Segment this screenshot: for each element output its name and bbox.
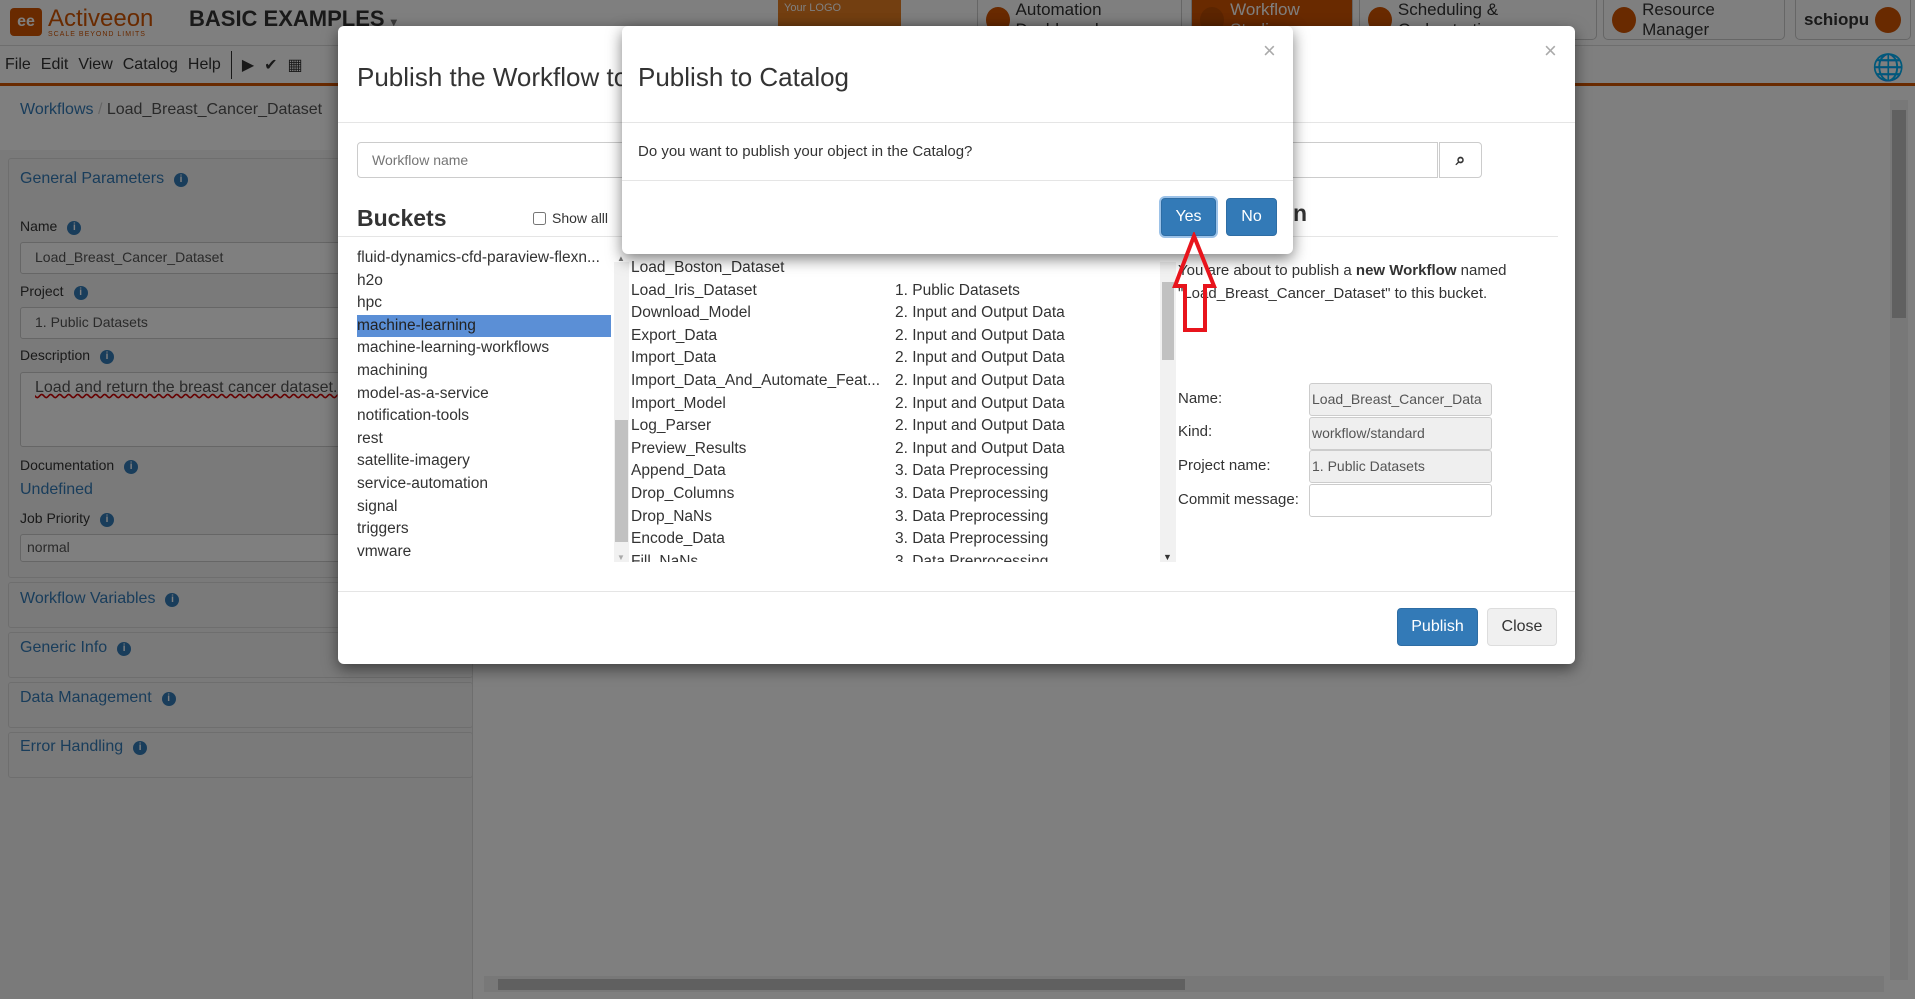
workflow-name: Load_Iris_Dataset [631, 281, 757, 299]
workflow-item[interactable]: Load_Iris_Dataset 1. Public Datasets [631, 280, 1161, 303]
confirm-message: Do you want to publish your object in th… [638, 143, 973, 160]
workflow-name: Load_Boston_Dataset [631, 259, 785, 276]
workflow-list-scrollbar[interactable]: ▲ ▼ [614, 254, 629, 562]
workflow-item[interactable]: Import_Model 2. Input and Output Data [631, 393, 1161, 416]
publish-button[interactable]: Publish [1397, 608, 1478, 646]
workflow-name: Import_Data_And_Automate_Feat... [631, 371, 881, 389]
workflow-name: Fill_NaNs [631, 552, 699, 562]
workflow-project: 2. Input and Output Data [895, 304, 1065, 322]
show-all-checkbox-input[interactable] [533, 211, 546, 225]
bucket-item[interactable]: hpc [357, 292, 611, 315]
commit-message-input[interactable] [1309, 484, 1492, 517]
bucket-item[interactable]: machine-learning-workflows [357, 337, 611, 360]
workflow-project: 2. Input and Output Data [895, 326, 1065, 344]
workflow-item[interactable]: Import_Data 2. Input and Output Data [631, 347, 1161, 370]
workflow-item[interactable]: Download_Model 2. Input and Output Data [631, 302, 1161, 325]
bucket-item[interactable]: signal [357, 496, 611, 519]
workflow-name: Drop_Columns [631, 484, 735, 502]
bucket-item[interactable]: machining [357, 360, 611, 383]
bucket-item[interactable]: fluid-dynamics-cfd-paraview-flexn... [357, 247, 611, 270]
workflow-item[interactable]: Drop_Columns 3. Data Preprocessing [631, 483, 1161, 506]
buckets-heading: Buckets [357, 205, 447, 231]
workflow-project: 2. Input and Output Data [895, 394, 1065, 412]
project-name-field: 1. Public Datasets [1309, 450, 1492, 483]
workflow-item[interactable]: Append_Data 3. Data Preprocessing [631, 460, 1161, 483]
workflow-item[interactable]: Drop_NaNs 3. Data Preprocessing [631, 506, 1161, 529]
workflow-project: 2. Input and Output Data [895, 349, 1065, 367]
workflow-project: 1. Public Datasets [895, 281, 1020, 299]
search-icon: ⌕ [1455, 150, 1466, 169]
confirm-modal-close-icon[interactable]: × [1263, 38, 1276, 64]
no-button[interactable]: No [1226, 198, 1277, 236]
bucket-item[interactable]: vmware [357, 541, 611, 562]
confirm-modal-title: Publish to Catalog [638, 62, 850, 92]
workflow-name: Preview_Results [631, 439, 747, 457]
kind-label: Kind: [1178, 423, 1213, 440]
bucket-item[interactable]: rest [357, 428, 611, 451]
divider [338, 591, 1575, 592]
bucket-item[interactable]: satellite-imagery [357, 450, 611, 473]
project-name-label: Project name: [1178, 457, 1271, 474]
bucket-item[interactable]: h2o [357, 270, 611, 293]
workflow-project: 3. Data Preprocessing [895, 507, 1049, 525]
workflow-item[interactable]: Fill_NaNs 3. Data Preprocessing [631, 551, 1161, 562]
workflow-project: 3. Data Preprocessing [895, 462, 1049, 480]
publish-modal-close-icon[interactable]: × [1544, 38, 1557, 64]
workflow-item[interactable]: Encode_Data 3. Data Preprocessing [631, 528, 1161, 551]
bucket-item[interactable]: service-automation [357, 473, 611, 496]
workflow-name: Drop_NaNs [631, 507, 712, 525]
workflow-name: Import_Model [631, 394, 726, 412]
bucket-list: fluid-dynamics-cfd-paraview-flexn... h2o h… [357, 247, 611, 562]
bucket-item[interactable]: machine-learning [357, 314, 611, 338]
bucket-item[interactable]: model-as-a-service [357, 383, 611, 406]
workflow-project: 3. Data Preprocessing [895, 552, 1049, 562]
workflow-project: 3. Data Preprocessing [895, 484, 1049, 502]
workflow-project: 2. Input and Output Data [895, 371, 1065, 389]
workflow-project: 3. Data Preprocessing [895, 530, 1049, 548]
bucket-item[interactable]: triggers [357, 518, 611, 541]
workflow-name: Download_Model [631, 304, 751, 322]
workflow-name: Append_Data [631, 462, 726, 480]
workflow-item[interactable]: Import_Data_And_Automate_Feat... 2. Input… [631, 370, 1161, 393]
close-button[interactable]: Close [1487, 608, 1557, 646]
workflow-item[interactable]: Export_Data 2. Input and Output Data [631, 325, 1161, 348]
yes-button[interactable]: Yes [1161, 198, 1216, 236]
bucket-item[interactable]: notification-tools [357, 405, 611, 428]
workflow-project: 2. Input and Output Data [895, 439, 1065, 457]
search-button[interactable]: ⌕ [1439, 142, 1482, 178]
name-label: Name: [1178, 390, 1223, 407]
workflow-list: Load_Boston_Dataset Load_Iris_Dataset 1. P… [631, 257, 1161, 562]
workflow-name: Export_Data [631, 326, 718, 344]
name-field: Load_Breast_Cancer_Data [1309, 383, 1492, 416]
workflow-item[interactable]: Preview_Results 2. Input and Output Data [631, 438, 1161, 461]
publish-message: You are about to publish a new Workflow … [1178, 262, 1507, 302]
kind-field: workflow/standard [1309, 417, 1492, 450]
workflow-name: Log_Parser [631, 417, 712, 435]
workflow-item[interactable]: Log_Parser 2. Input and Output Data [631, 415, 1161, 438]
publication-heading: n [1293, 200, 1308, 226]
show-all-checkbox[interactable]: Show alll [533, 210, 608, 226]
workflow-item[interactable]: Load_Boston_Dataset [631, 257, 1161, 280]
commit-message-label: Commit message: [1178, 491, 1299, 508]
divider [622, 122, 1293, 123]
red-arrow-annotation [1172, 232, 1217, 332]
workflow-name: Encode_Data [631, 530, 725, 548]
workflow-name: Import_Data [631, 349, 717, 367]
divider [622, 180, 1293, 181]
workflow-project: 2. Input and Output Data [895, 417, 1065, 435]
